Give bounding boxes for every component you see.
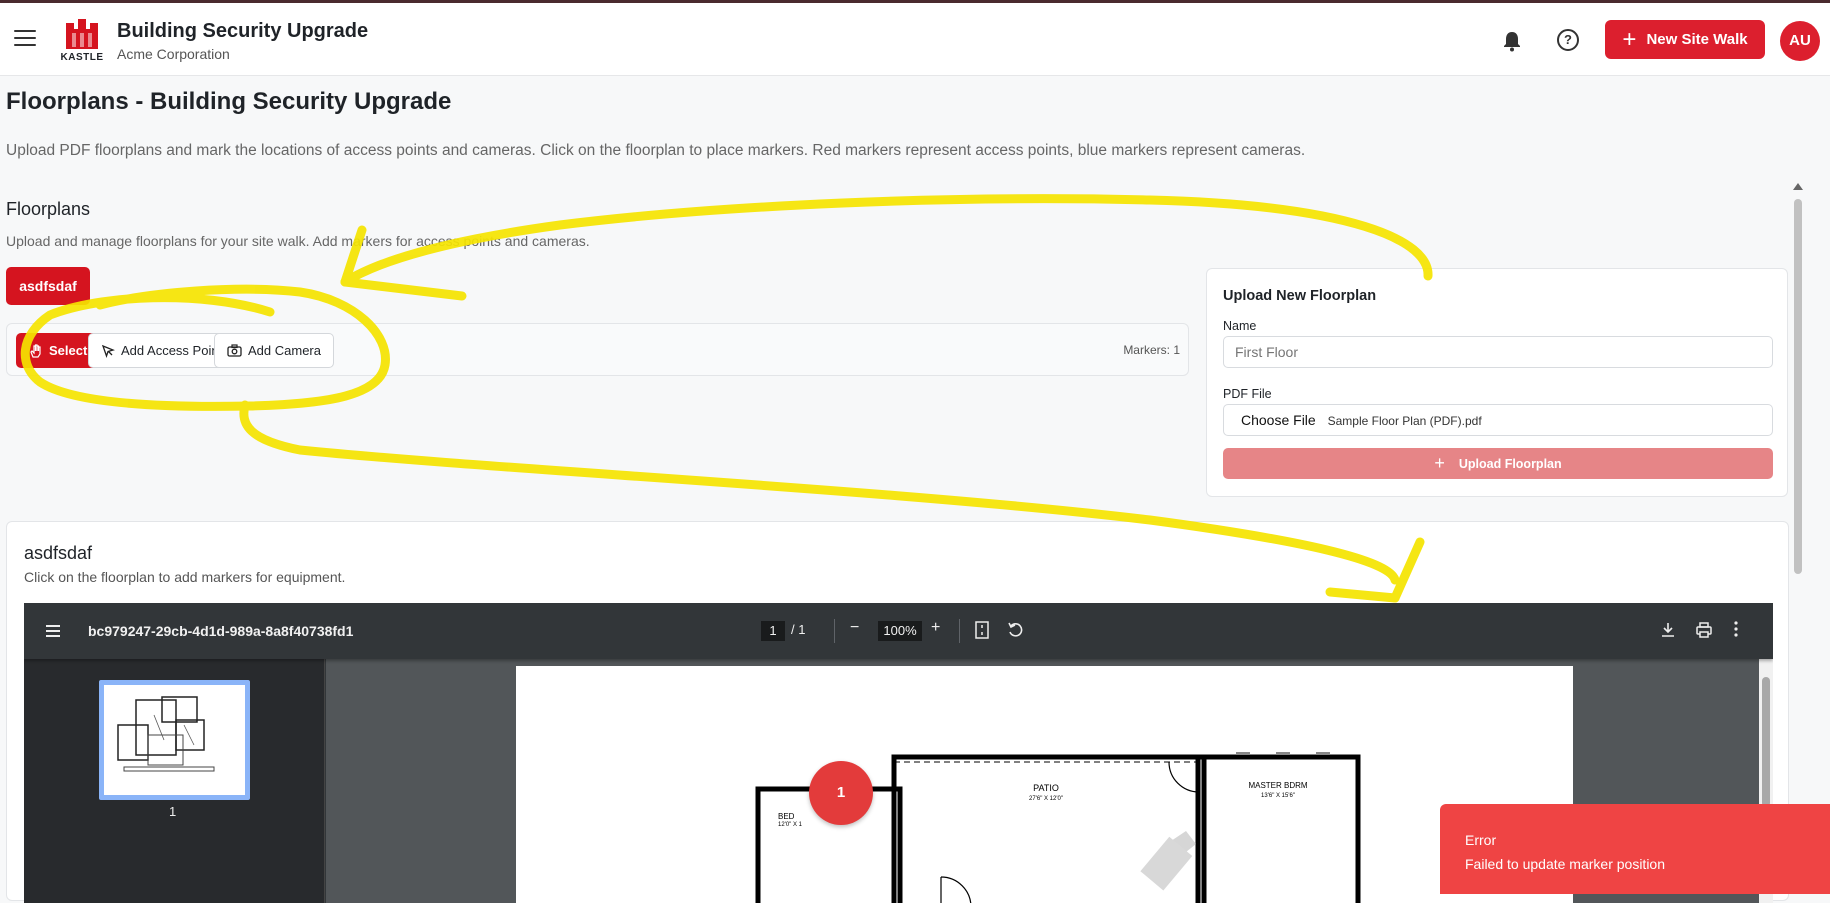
bell-icon[interactable]	[1502, 30, 1522, 52]
new-site-walk-label: New Site Walk	[1646, 31, 1748, 48]
add-camera-button[interactable]: Add Camera	[214, 333, 334, 368]
menu-icon[interactable]	[14, 30, 36, 46]
select-tool-label: Select	[49, 343, 88, 358]
toolbar-divider	[959, 619, 960, 643]
scroll-up-icon[interactable]	[1793, 183, 1803, 190]
patio-size-label: 27'6" X 12'0"	[1029, 796, 1063, 802]
pdf-file-input[interactable]: Choose File Sample Floor Plan (PDF).pdf	[1223, 404, 1773, 436]
selected-file-name: Sample Floor Plan (PDF).pdf	[1327, 414, 1482, 428]
new-site-walk-button[interactable]: + New Site Walk	[1605, 20, 1765, 59]
name-field-label: Name	[1223, 319, 1257, 333]
menu-icon[interactable]	[46, 625, 60, 640]
pdf-file-label: PDF File	[1223, 387, 1272, 401]
avatar[interactable]: AU	[1780, 21, 1820, 61]
page-thumbnail[interactable]	[99, 680, 250, 800]
toast-message: Failed to update marker position	[1465, 856, 1665, 872]
floorplan-page[interactable]: PATIO 27'6" X 12'0" MASTER BDRM 13'6" X …	[516, 666, 1573, 903]
rotate-icon[interactable]	[1007, 621, 1025, 644]
patio-label: PATIO	[1033, 783, 1059, 793]
pdf-thumbnail-sidebar: 1	[24, 659, 325, 903]
master-bedroom-label: MASTER BDRM	[1248, 781, 1307, 790]
upload-floorplan-label: Upload Floorplan	[1458, 456, 1562, 471]
choose-file-button[interactable]: Choose File	[1241, 412, 1316, 428]
floorplan-thumbnail-image	[117, 696, 215, 772]
logo-text: KASTLE	[60, 52, 104, 63]
plus-icon: +	[1434, 453, 1445, 473]
upload-floorplan-card: Upload New Floorplan Name PDF File Choos…	[1206, 268, 1788, 497]
bedroom-size-label: 12'0" X 1	[778, 822, 803, 828]
marker-count: Markers: 1	[1123, 343, 1180, 357]
app-title: Building Security Upgrade	[117, 20, 369, 42]
zoom-out-icon[interactable]: −	[850, 619, 859, 637]
upload-floorplan-button[interactable]: + Upload Floorplan	[1223, 448, 1773, 479]
thumbnail-page-number: 1	[169, 804, 177, 819]
pdf-toolbar: bc979247-29cb-4d1d-989a-8a8f40738fd1 1 /…	[24, 603, 1773, 659]
floorplan-name-input[interactable]	[1223, 336, 1773, 368]
bedroom-label: BED	[778, 812, 795, 821]
hand-icon	[30, 343, 41, 358]
castle-logo-icon	[66, 19, 98, 49]
master-bedroom-size-label: 13'6" X 15'6"	[1261, 793, 1295, 799]
add-camera-label: Add Camera	[248, 343, 321, 358]
viewer-description: Click on the floorplan to add markers fo…	[24, 569, 346, 585]
page-total: / 1	[791, 622, 806, 637]
viewer-title: asdfsdaf	[24, 543, 93, 563]
more-options-icon[interactable]	[1734, 621, 1738, 642]
kastle-logo: KASTLE	[60, 17, 104, 63]
toolbar-divider	[834, 619, 835, 643]
error-toast[interactable]: Error Failed to update marker position	[1440, 804, 1830, 894]
floorplan-drawing: PATIO 27'6" X 12'0" MASTER BDRM 13'6" X …	[755, 752, 1361, 903]
print-icon[interactable]	[1695, 621, 1713, 644]
download-icon[interactable]	[1660, 621, 1676, 644]
marker-toolbar: Select Add Access Point Add Camera Marke…	[6, 323, 1189, 376]
zoom-level-input[interactable]: 100%	[878, 621, 922, 641]
app-header: KASTLE Building Security Upgrade Acme Co…	[0, 3, 1830, 76]
page-number-input[interactable]: 1	[761, 621, 785, 641]
floorplan-tab[interactable]: asdfsdaf	[6, 267, 90, 305]
pdf-file-name: bc979247-29cb-4d1d-989a-8a8f40738fd1	[88, 623, 354, 639]
camera-icon	[227, 344, 242, 357]
page-title: Floorplans - Building Security Upgrade	[6, 88, 452, 115]
help-icon[interactable]: ?	[1557, 29, 1579, 51]
page-scrollbar[interactable]	[1790, 181, 1805, 887]
page-scroll-thumb[interactable]	[1794, 199, 1802, 574]
page-description: Upload PDF floorplans and mark the locat…	[6, 142, 1306, 159]
add-access-point-label: Add Access Point	[121, 343, 223, 358]
fit-page-icon[interactable]	[975, 621, 989, 644]
toast-title: Error	[1465, 832, 1497, 848]
org-name: Acme Corporation	[117, 46, 230, 62]
floorplans-section-title: Floorplans	[6, 199, 91, 219]
access-point-marker[interactable]: 1	[809, 761, 873, 825]
plus-icon: +	[1622, 25, 1637, 53]
cursor-icon	[101, 344, 115, 358]
zoom-in-icon[interactable]: +	[931, 619, 940, 637]
upload-card-title: Upload New Floorplan	[1223, 288, 1377, 304]
floorplans-section-description: Upload and manage floorplans for your si…	[6, 233, 590, 249]
